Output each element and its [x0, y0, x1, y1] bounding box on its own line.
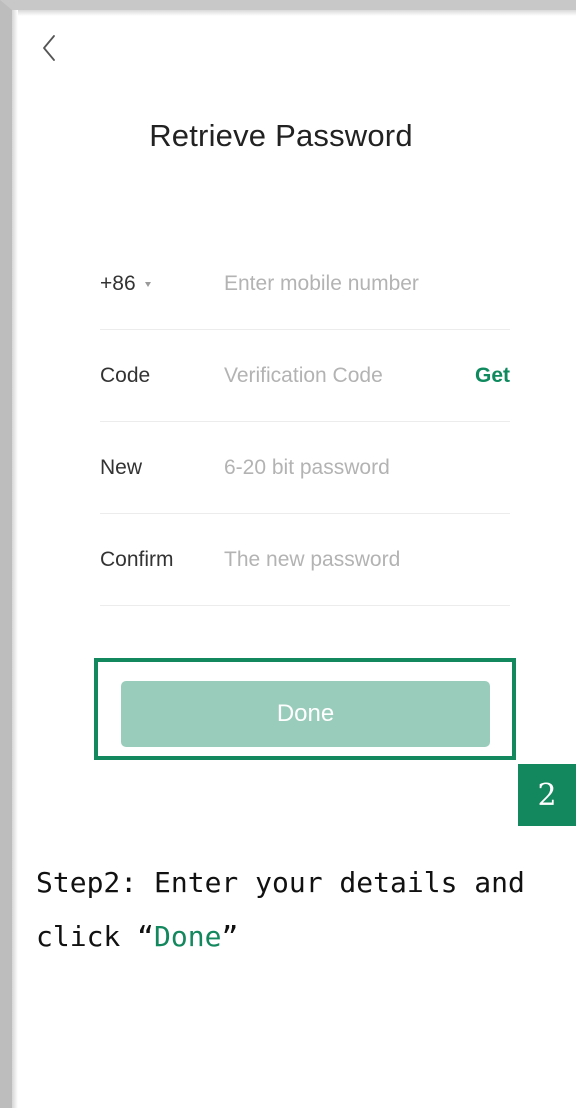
new-password-label: New [100, 455, 143, 479]
country-code-label: +86 [100, 271, 136, 295]
confirm-password-label: Confirm [100, 547, 174, 571]
country-code-selector[interactable]: +86 [100, 272, 224, 296]
mobile-number-input[interactable] [224, 271, 510, 296]
verification-code-input[interactable] [224, 363, 467, 388]
caption-text: Step2: Enter your details and click [36, 866, 542, 953]
confirm-password-input[interactable] [224, 547, 510, 572]
get-code-button[interactable]: Get [467, 364, 510, 388]
chevron-left-icon [43, 35, 55, 61]
new-password-row: New [100, 422, 510, 514]
code-row: Code Get [100, 330, 510, 422]
retrieve-password-screen: Retrieve Password +86 Code Get New Confi… [22, 18, 576, 1108]
caption-highlight: Done [154, 920, 222, 953]
step-caption: Step2: Enter your details and click “Don… [36, 856, 576, 964]
code-label: Code [100, 363, 151, 387]
retrieve-password-form: +86 Code Get New Confirm [100, 238, 510, 606]
caption-open-quote: “ [137, 920, 155, 953]
back-button[interactable] [36, 30, 64, 66]
caption-close-quote: ” [221, 920, 239, 953]
caret-down-icon [144, 282, 151, 287]
done-button[interactable]: Done [121, 681, 490, 747]
step-number-badge: 2 [518, 764, 576, 826]
phone-row: +86 [100, 238, 510, 330]
confirm-password-row: Confirm [100, 514, 510, 606]
page-title: Retrieve Password [149, 118, 413, 153]
new-password-input[interactable] [224, 455, 510, 480]
